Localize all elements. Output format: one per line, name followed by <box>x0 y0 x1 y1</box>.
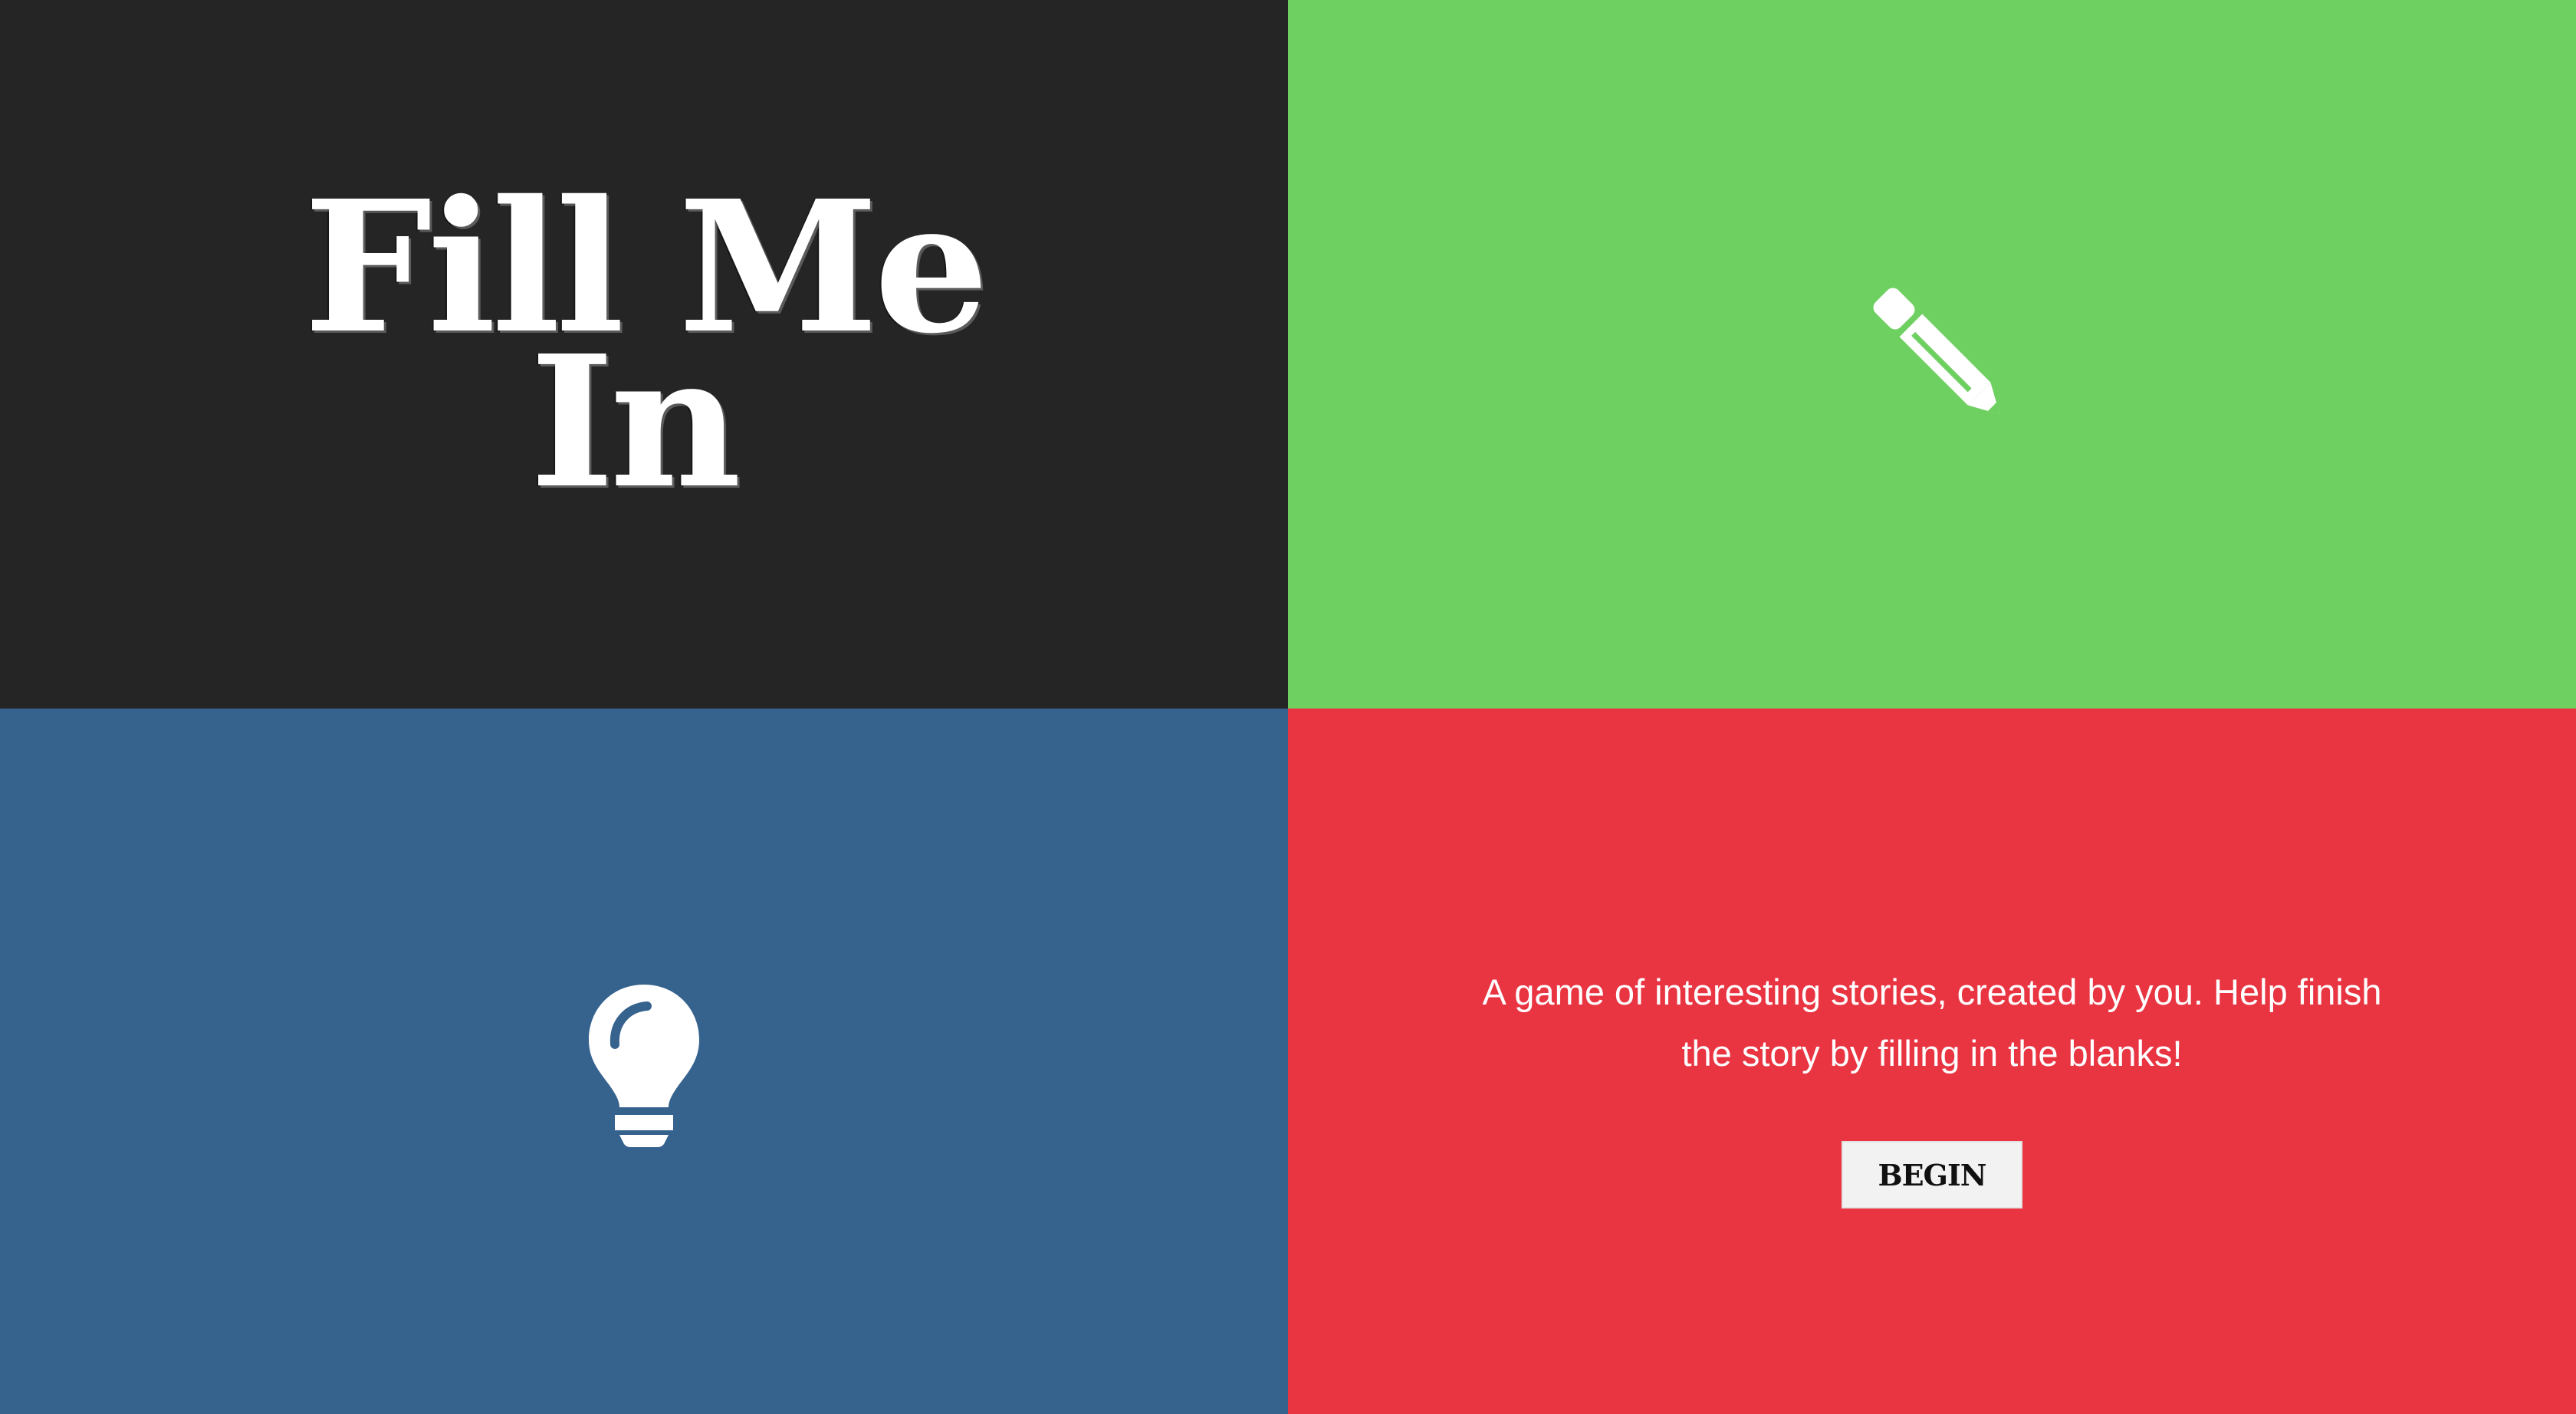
intro-panel: A game of interesting stories, created b… <box>1288 709 2576 1414</box>
begin-button[interactable]: BEGIN <box>1842 1141 2022 1208</box>
lightbulb-panel <box>0 709 1288 1414</box>
tagline-text: A game of interesting stories, created b… <box>1482 972 2382 1074</box>
pencil-icon <box>1873 288 2000 415</box>
lightbulb-icon <box>589 985 699 1147</box>
title-panel: Fill Me In <box>0 0 1288 709</box>
pencil-panel <box>1288 0 2576 709</box>
app-title-line-2: In <box>530 315 741 528</box>
quad-grid: Fill Me In A game of interesting stories… <box>0 0 2576 1414</box>
